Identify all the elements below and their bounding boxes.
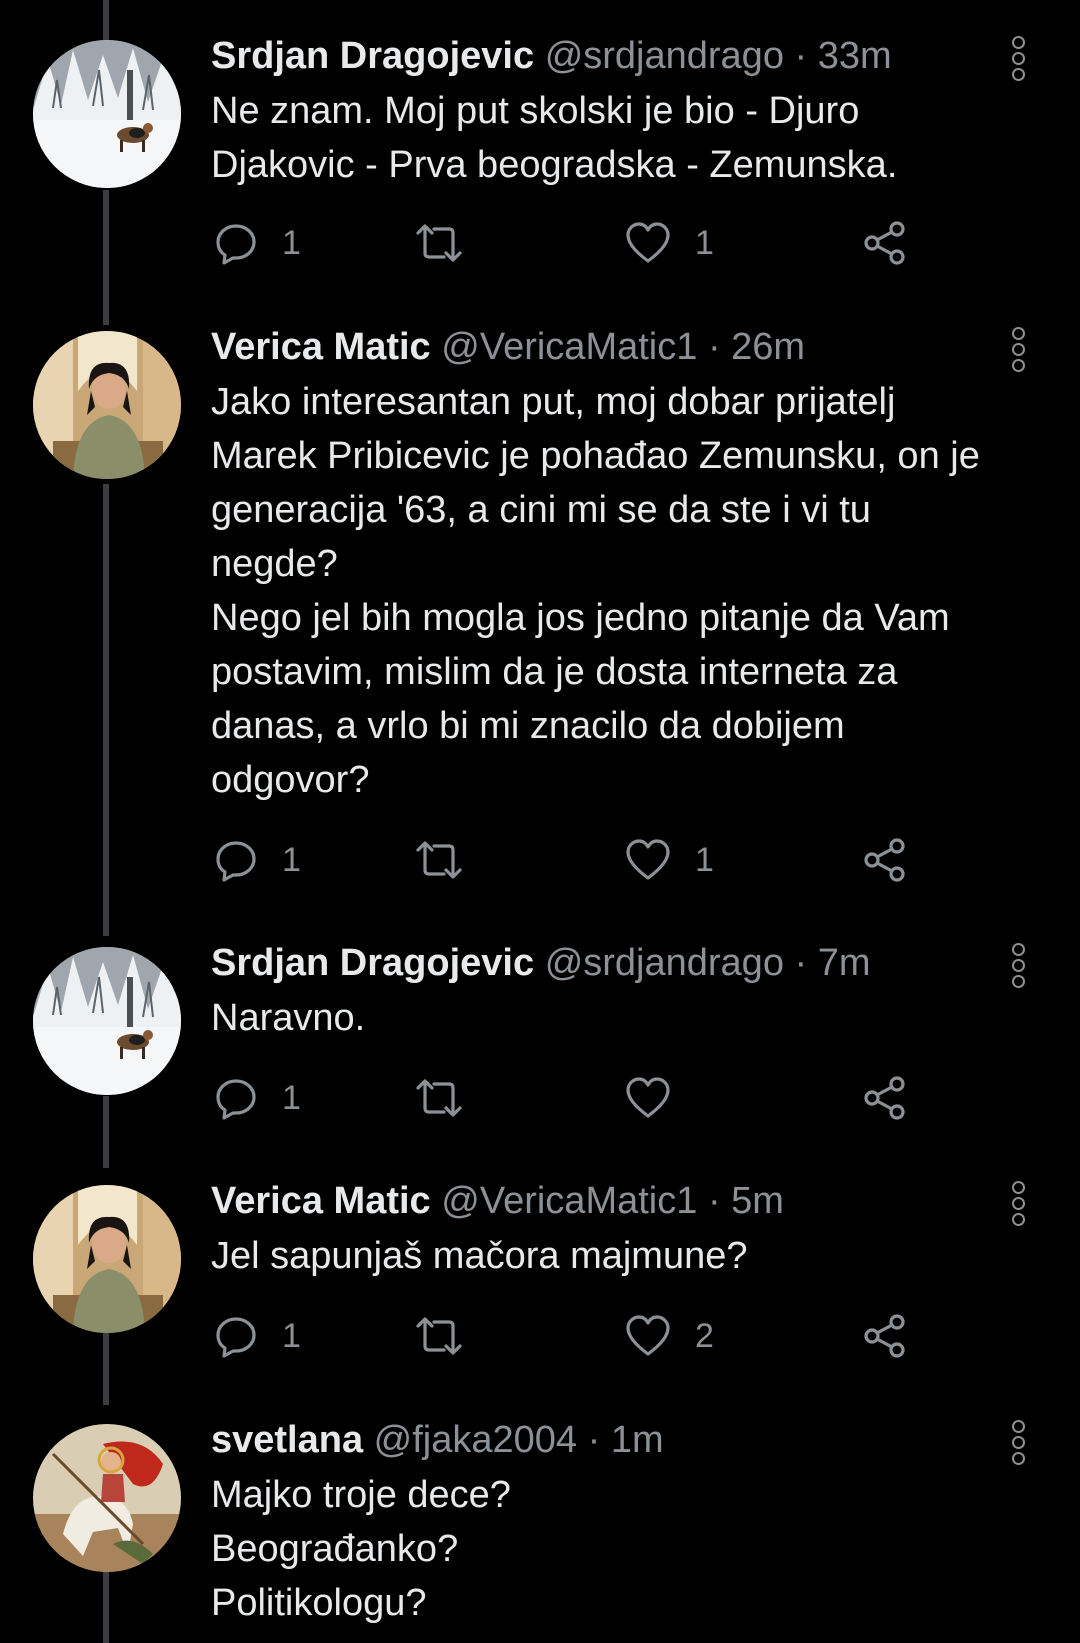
reply-icon <box>216 1317 256 1358</box>
tweet-header: Srdjan Dragojevic @srdjandrago · 33m <box>211 33 892 79</box>
share-icon <box>864 838 905 882</box>
tweet-actions: 1 2 <box>211 1314 911 1358</box>
retweet-icon <box>416 841 462 879</box>
display-name[interactable]: Verica Matic <box>211 326 431 368</box>
woman-portrait-avatar-image <box>33 331 181 479</box>
heart-icon <box>626 839 670 880</box>
separator: · <box>707 1180 721 1222</box>
handle[interactable]: @srdjandrago <box>545 942 784 984</box>
like-count: 1 <box>695 223 714 262</box>
heart-icon <box>626 1315 670 1356</box>
share-button[interactable] <box>863 838 907 882</box>
separator: · <box>794 35 808 77</box>
thread-line <box>103 0 109 42</box>
thread-line <box>103 190 109 325</box>
display-name[interactable]: Srdjan Dragojevic <box>211 942 534 984</box>
share-icon <box>864 1076 905 1120</box>
reply-icon <box>216 1079 256 1120</box>
display-name[interactable]: Srdjan Dragojevic <box>211 35 534 77</box>
handle[interactable]: @fjaka2004 <box>374 1419 577 1461</box>
tweet-header: svetlana @fjaka2004 · 1m <box>211 1417 664 1463</box>
separator: · <box>587 1419 601 1461</box>
reply-count: 1 <box>282 223 301 262</box>
tweet-actions: 1 <box>211 1076 911 1120</box>
like-count: 1 <box>695 840 714 879</box>
handle[interactable]: @VericaMatic1 <box>441 326 697 368</box>
tweet-actions: 1 1 <box>211 221 911 265</box>
handle[interactable]: @VericaMatic1 <box>441 1180 697 1222</box>
more-options-icon[interactable] <box>1008 943 1028 988</box>
thread-line <box>103 1333 109 1405</box>
timestamp[interactable]: 7m <box>818 942 871 984</box>
avatar[interactable] <box>33 947 181 1095</box>
thread-line <box>103 484 109 936</box>
reply-button[interactable]: 1 <box>214 1076 301 1120</box>
tweet-text: Jako interesantan put, moj dobar prijate… <box>211 381 980 801</box>
thread-line <box>103 1096 109 1168</box>
timestamp[interactable]: 26m <box>731 326 805 368</box>
heart-icon <box>626 1077 670 1118</box>
snow-dog-avatar-image <box>33 947 181 1095</box>
tweet-text: Naravno. <box>211 997 366 1039</box>
avatar[interactable] <box>33 1185 181 1333</box>
heart-icon <box>626 222 670 263</box>
avatar[interactable] <box>33 40 181 188</box>
display-name[interactable]: Verica Matic <box>211 1180 431 1222</box>
like-count: 2 <box>695 1316 714 1355</box>
timestamp[interactable]: 1m <box>611 1419 664 1461</box>
tweet-header: Verica Matic @VericaMatic1 · 26m <box>211 324 805 370</box>
woman-portrait-avatar-image <box>33 1185 181 1333</box>
retweet-icon <box>416 1317 462 1355</box>
share-icon <box>864 1314 905 1358</box>
handle[interactable]: @srdjandrago <box>545 35 784 77</box>
more-options-icon[interactable] <box>1008 1420 1028 1465</box>
display-name[interactable]: svetlana <box>211 1419 363 1461</box>
saint-george-painting-avatar-image <box>33 1424 181 1572</box>
tweet-text: Ne znam. Moj put skolski je bio - Djuro … <box>211 90 898 186</box>
more-options-icon[interactable] <box>1008 1181 1028 1226</box>
tweet-header: Srdjan Dragojevic @srdjandrago · 7m <box>211 940 871 986</box>
like-button[interactable]: 1 <box>625 838 714 882</box>
retweet-icon <box>416 224 462 262</box>
avatar[interactable] <box>33 1424 181 1572</box>
tweet-actions: 1 1 <box>211 838 911 882</box>
share-button[interactable] <box>863 221 907 265</box>
tweet-header: Verica Matic @VericaMatic1 · 5m <box>211 1178 784 1224</box>
separator: · <box>794 942 808 984</box>
retweet-button[interactable] <box>414 1314 488 1358</box>
tweet-text: Majko troje dece? Beograđanko? Politikol… <box>211 1474 511 1624</box>
timestamp[interactable]: 33m <box>818 35 892 77</box>
reply-count: 1 <box>282 1078 301 1117</box>
share-button[interactable] <box>863 1314 907 1358</box>
reply-button[interactable]: 1 <box>214 221 301 265</box>
reply-button[interactable]: 1 <box>214 1314 301 1358</box>
like-button[interactable] <box>625 1076 695 1120</box>
snow-dog-avatar-image <box>33 40 181 188</box>
reply-icon <box>216 224 256 265</box>
like-button[interactable]: 2 <box>625 1314 714 1358</box>
retweet-button[interactable] <box>414 838 488 882</box>
reply-icon <box>216 841 256 882</box>
share-icon <box>864 221 905 265</box>
reply-count: 1 <box>282 840 301 879</box>
tweet-text: Jel sapunjaš mačora majmune? <box>211 1235 748 1277</box>
reply-button[interactable]: 1 <box>214 838 301 882</box>
separator: · <box>707 326 721 368</box>
more-options-icon[interactable] <box>1008 327 1028 372</box>
reply-count: 1 <box>282 1316 301 1355</box>
retweet-icon <box>416 1079 462 1117</box>
retweet-button[interactable] <box>414 221 488 265</box>
thread-line <box>103 1572 109 1643</box>
avatar[interactable] <box>33 331 181 479</box>
share-button[interactable] <box>863 1076 907 1120</box>
more-options-icon[interactable] <box>1008 36 1028 81</box>
timestamp[interactable]: 5m <box>731 1180 784 1222</box>
like-button[interactable]: 1 <box>625 221 714 265</box>
retweet-button[interactable] <box>414 1076 488 1120</box>
